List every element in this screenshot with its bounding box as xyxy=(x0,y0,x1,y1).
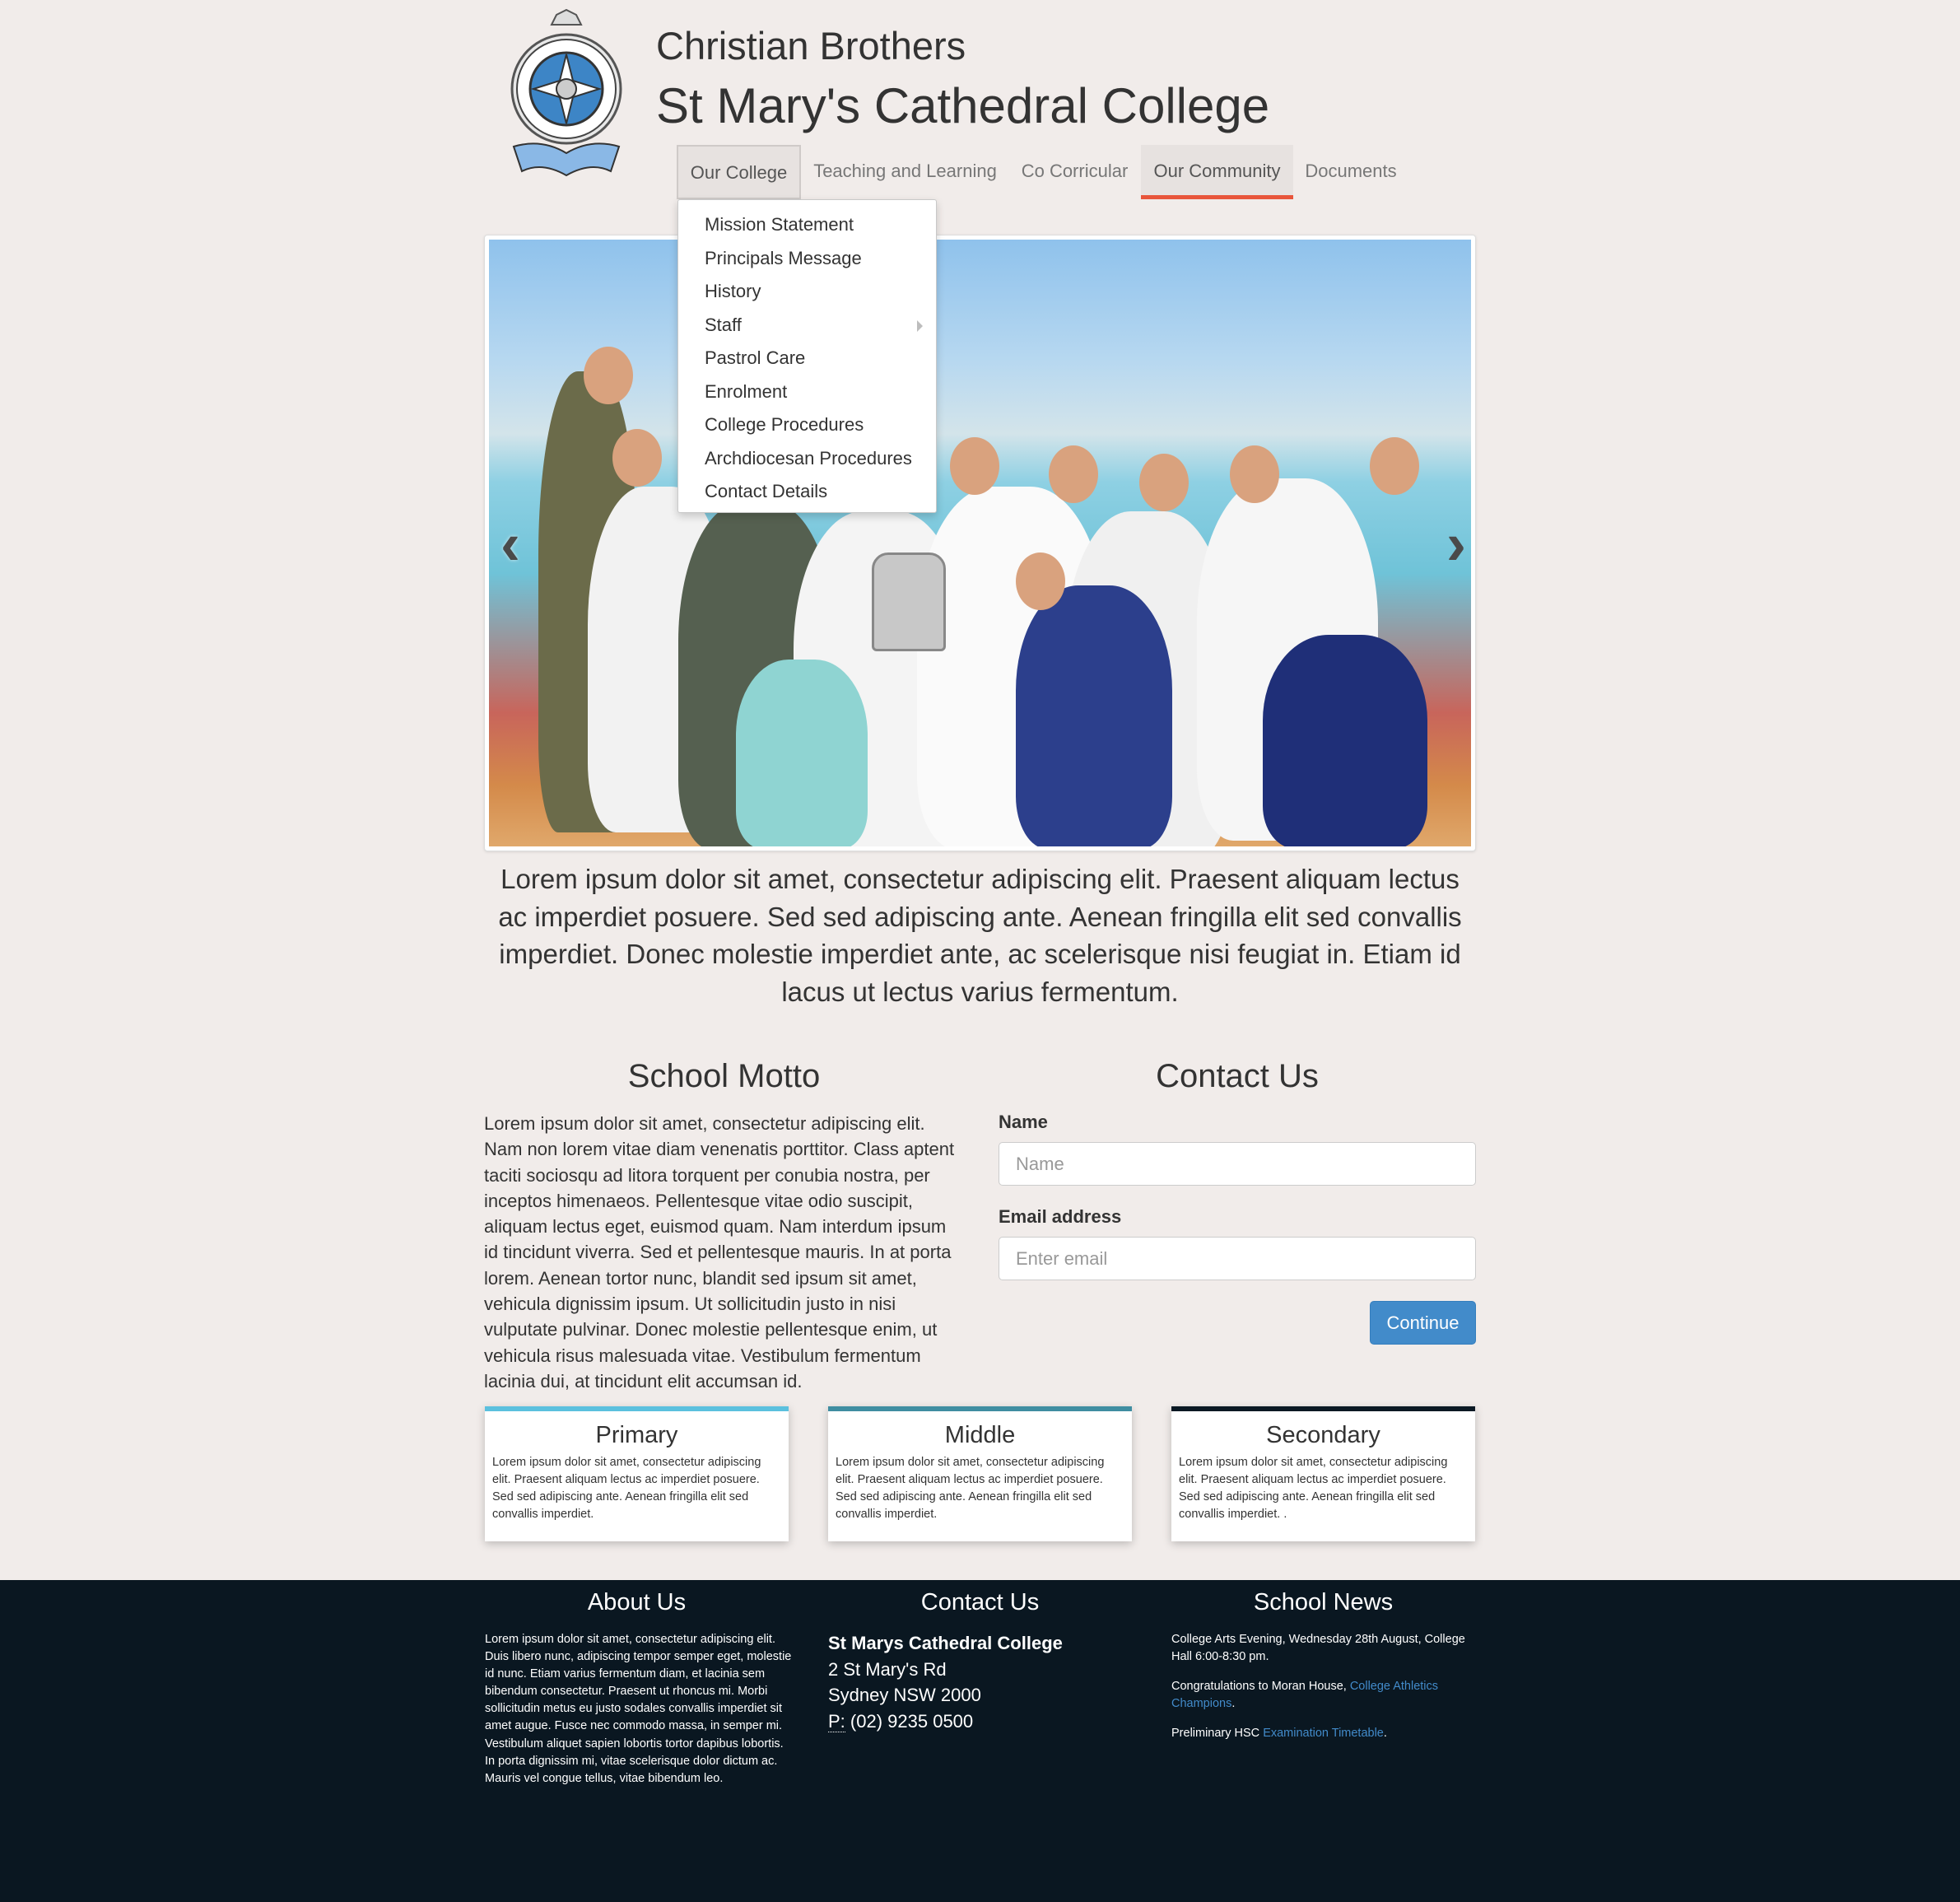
news-item: Congratulations to Moran House, College … xyxy=(1171,1678,1480,1713)
footer-contact-heading: Contact Us xyxy=(920,1589,1040,1615)
menu-item-enrolment[interactable]: Enrolment xyxy=(678,375,936,409)
middle-card: Middle Lorem ipsum dolor sit amet, conse… xyxy=(828,1406,1132,1541)
email-label: Email address xyxy=(999,1206,1122,1227)
email-input[interactable] xyxy=(999,1237,1476,1280)
news-text: Congratulations to Moran House, xyxy=(1171,1680,1350,1694)
footer-about-heading: About Us xyxy=(587,1589,687,1615)
primary-card: Primary Lorem ipsum dolor sit amet, cons… xyxy=(485,1406,789,1541)
news-text: . xyxy=(1231,1697,1236,1711)
footer-news-heading: School News xyxy=(1253,1589,1394,1615)
menu-item-label: Pastrol Care xyxy=(705,347,806,368)
menu-item-label: Mission Statement xyxy=(705,214,854,235)
nav-item-co-curricular[interactable]: Co Corricular xyxy=(1013,145,1136,199)
menu-item-label: History xyxy=(705,281,761,301)
footer-phone: (02) 9235 0500 xyxy=(850,1710,974,1732)
footer-about-text: Lorem ipsum dolor sit amet, consectetur … xyxy=(485,1633,792,1785)
card-title: Middle xyxy=(944,1422,1016,1448)
card-text: Lorem ipsum dolor sit amet, consectetur … xyxy=(836,1456,1105,1521)
menu-item-pastrol-care[interactable]: Pastrol Care xyxy=(678,342,936,375)
college-crest-logo[interactable] xyxy=(509,7,625,184)
menu-item-label: Enrolment xyxy=(705,380,788,402)
menu-item-contact-details[interactable]: Contact Details xyxy=(678,475,936,509)
footer-news-list: College Arts Evening, Wednesday 28th Aug… xyxy=(1171,1631,1480,1755)
phone-abbr: P: xyxy=(828,1710,845,1732)
secondary-card: Secondary Lorem ipsum dolor sit amet, co… xyxy=(1171,1406,1475,1541)
news-text: . xyxy=(1383,1727,1387,1741)
contact-us-heading: Contact Us xyxy=(1156,1058,1319,1094)
news-item: Preliminary HSC Examination Timetable. xyxy=(1171,1725,1480,1742)
news-item: College Arts Evening, Wednesday 28th Aug… xyxy=(1171,1633,1465,1664)
menu-item-label: Principals Message xyxy=(705,247,862,268)
nav-item-documents[interactable]: Documents xyxy=(1299,145,1403,199)
menu-item-label: Archdiocesan Procedures xyxy=(705,447,912,469)
brand-subtitle: Christian Brothers xyxy=(656,24,966,68)
continue-button[interactable]: Continue xyxy=(1370,1301,1476,1345)
menu-item-college-procedures[interactable]: College Procedures xyxy=(678,408,936,442)
our-college-dropdown-menu: Mission Statement Principals Message His… xyxy=(677,199,937,513)
news-text: Preliminary HSC xyxy=(1171,1727,1264,1741)
name-input[interactable] xyxy=(999,1142,1476,1186)
footer-city: Sydney NSW 2000 xyxy=(828,1685,981,1705)
school-motto-text: Lorem ipsum dolor sit amet, consectetur … xyxy=(484,1113,955,1392)
menu-item-history[interactable]: History xyxy=(678,275,936,309)
nav-item-teaching-and-learning[interactable]: Teaching and Learning xyxy=(803,145,1007,199)
school-motto-heading: School Motto xyxy=(627,1058,821,1094)
carousel-next-chevron-right-icon[interactable]: › xyxy=(1430,515,1466,574)
card-title: Secondary xyxy=(1266,1422,1380,1448)
menu-item-archdiocesan-procedures[interactable]: Archdiocesan Procedures xyxy=(678,442,936,476)
menu-item-staff[interactable]: Staff xyxy=(678,309,936,343)
nav-item-our-college[interactable]: Our College xyxy=(677,145,801,199)
photo-carousel[interactable]: ‹ › xyxy=(484,235,1476,851)
footer-address: St Marys Cathedral College 2 St Mary's R… xyxy=(828,1630,1063,1734)
footer-street: 2 St Mary's Rd xyxy=(828,1658,947,1680)
footer-college-name: St Marys Cathedral College xyxy=(828,1633,1063,1653)
lead-paragraph: Lorem ipsum dolor sit amet, consectetur … xyxy=(498,864,1462,1007)
menu-item-principals-message[interactable]: Principals Message xyxy=(678,242,936,276)
name-label: Name xyxy=(999,1112,1048,1132)
carousel-photo: ‹ › xyxy=(489,240,1471,846)
examination-timetable-link[interactable]: Examination Timetable xyxy=(1263,1727,1384,1740)
menu-item-label: Staff xyxy=(705,314,742,335)
brand-title[interactable]: St Mary's Cathedral College xyxy=(656,77,1269,134)
footer xyxy=(0,1580,1960,1902)
card-text: Lorem ipsum dolor sit amet, consectetur … xyxy=(1179,1456,1448,1521)
submenu-caret-icon xyxy=(917,319,923,332)
carousel-prev-chevron-left-icon[interactable]: ‹ xyxy=(500,515,537,574)
card-text: Lorem ipsum dolor sit amet, consectetur … xyxy=(492,1456,761,1521)
menu-item-mission-statement[interactable]: Mission Statement xyxy=(678,208,936,242)
menu-item-label: College Procedures xyxy=(705,414,864,435)
nav-item-our-community[interactable]: Our Community xyxy=(1141,145,1293,199)
menu-item-label: Contact Details xyxy=(705,481,828,501)
card-title: Primary xyxy=(595,1422,678,1448)
